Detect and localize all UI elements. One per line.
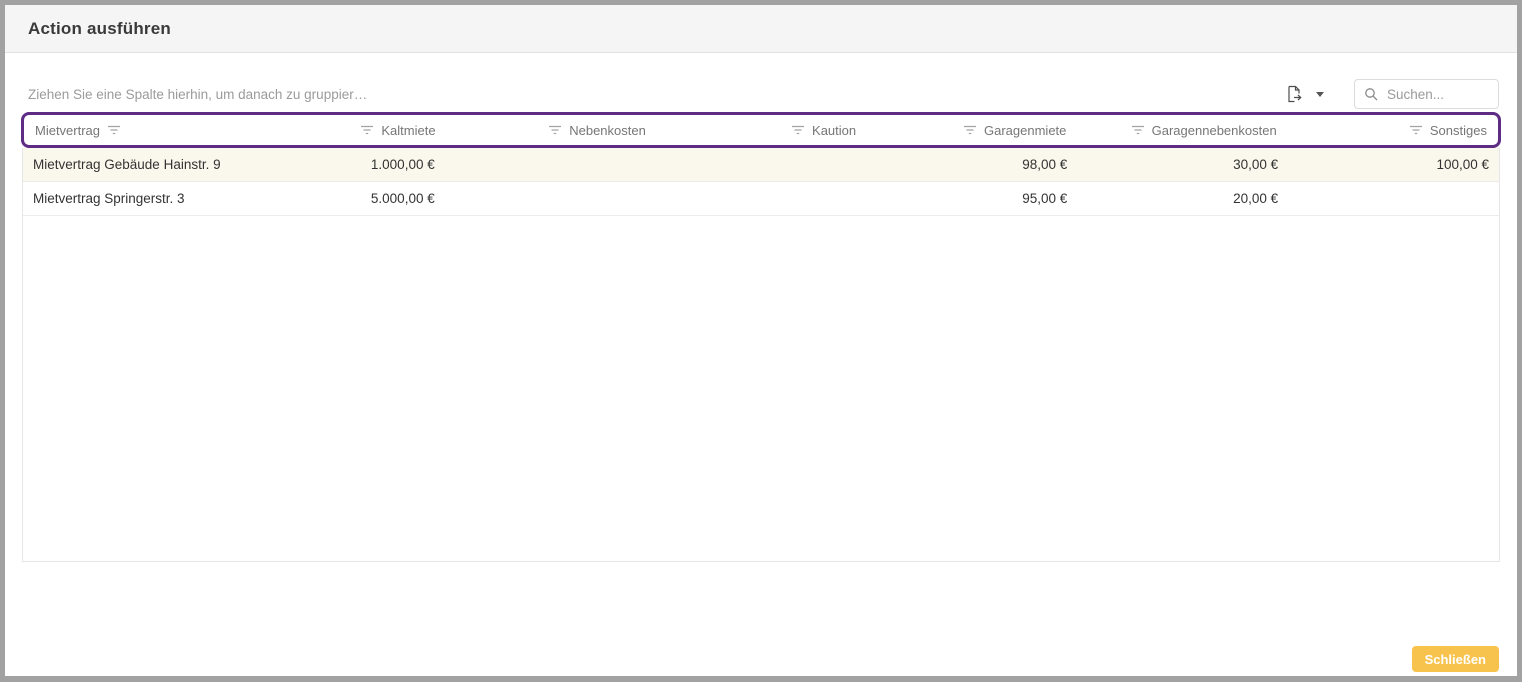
filter-icon[interactable] bbox=[548, 125, 562, 135]
cell-garagennebenkosten: 30,00 € bbox=[1077, 157, 1288, 172]
search-input[interactable] bbox=[1385, 86, 1489, 103]
filter-icon[interactable] bbox=[1409, 125, 1423, 135]
group-panel-placeholder: Ziehen Sie eine Spalte hierhin, um danac… bbox=[28, 87, 1286, 102]
cell-garagenmiete: 95,00 € bbox=[866, 191, 1077, 206]
cell-mietvertrag: Mietvertrag Springerstr. 3 bbox=[23, 191, 234, 206]
header-row-highlight-outline: Mietvertrag Kaltmiete Nebenkosten Kautio… bbox=[21, 112, 1501, 148]
dialog-titlebar: Action ausführen bbox=[5, 5, 1517, 53]
cell-garagenmiete: 98,00 € bbox=[866, 157, 1077, 172]
column-header-garagennebenkosten[interactable]: Garagennebenkosten bbox=[1076, 115, 1286, 145]
cell-kaltmiete: 1.000,00 € bbox=[234, 157, 445, 172]
export-icon[interactable] bbox=[1286, 85, 1303, 103]
table-row[interactable]: Mietvertrag Springerstr. 3 5.000,00 € 95… bbox=[23, 182, 1499, 216]
filter-icon[interactable] bbox=[963, 125, 977, 135]
cell-kaltmiete: 5.000,00 € bbox=[234, 191, 445, 206]
column-header-garagenmiete[interactable]: Garagenmiete bbox=[866, 115, 1076, 145]
data-grid: Mietvertrag Kaltmiete Nebenkosten Kautio… bbox=[22, 112, 1500, 562]
search-icon bbox=[1364, 87, 1378, 101]
search-box[interactable] bbox=[1354, 79, 1499, 109]
filter-icon[interactable] bbox=[1131, 125, 1145, 135]
filter-icon[interactable] bbox=[107, 125, 121, 135]
close-button[interactable]: Schließen bbox=[1412, 646, 1499, 672]
filter-icon[interactable] bbox=[360, 125, 374, 135]
caret-down-icon[interactable] bbox=[1316, 92, 1324, 97]
column-header-mietvertrag[interactable]: Mietvertrag bbox=[25, 115, 235, 145]
filter-icon[interactable] bbox=[791, 125, 805, 135]
grid-toolbar: Ziehen Sie eine Spalte hierhin, um danac… bbox=[28, 79, 1499, 109]
dialog-title: Action ausführen bbox=[28, 19, 171, 39]
column-header-kaltmiete[interactable]: Kaltmiete bbox=[235, 115, 445, 145]
column-header-sonstiges[interactable]: Sonstiges bbox=[1287, 115, 1497, 145]
cell-garagennebenkosten: 20,00 € bbox=[1077, 191, 1288, 206]
column-header-nebenkosten[interactable]: Nebenkosten bbox=[446, 115, 656, 145]
cell-mietvertrag: Mietvertrag Gebäude Hainstr. 9 bbox=[23, 157, 234, 172]
grid-body: Mietvertrag Gebäude Hainstr. 9 1.000,00 … bbox=[22, 148, 1500, 562]
export-button[interactable] bbox=[1286, 85, 1324, 103]
table-row[interactable]: Mietvertrag Gebäude Hainstr. 9 1.000,00 … bbox=[23, 148, 1499, 182]
column-header-kaution[interactable]: Kaution bbox=[656, 115, 866, 145]
action-dialog: { "window": { "title": "Action ausführen… bbox=[0, 0, 1522, 682]
cell-sonstiges: 100,00 € bbox=[1288, 157, 1499, 172]
